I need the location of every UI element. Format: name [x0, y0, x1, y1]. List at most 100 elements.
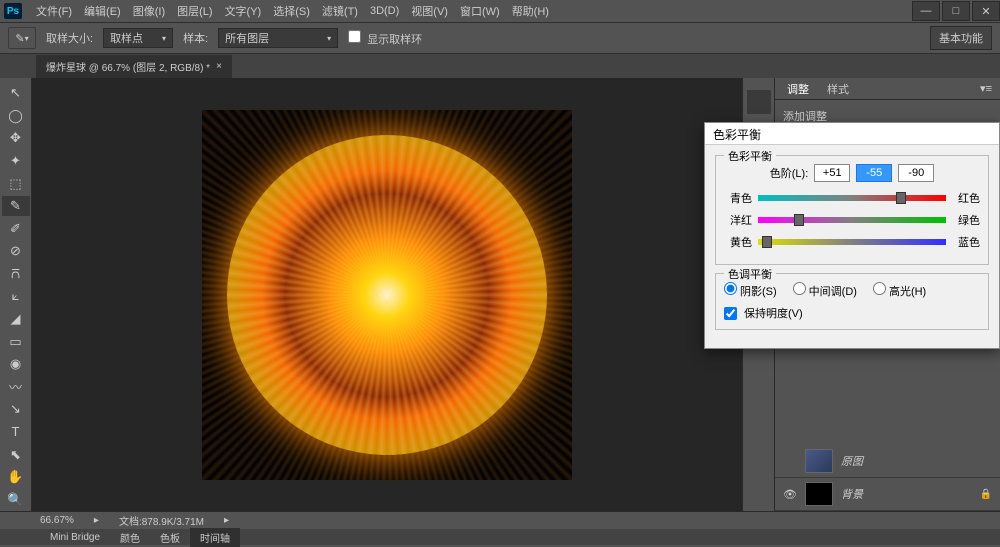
show-sampling-ring[interactable]: 显示取样环	[348, 30, 422, 47]
lock-icon: 🔒	[980, 489, 992, 500]
mini-bridge-tab[interactable]: Mini Bridge	[40, 530, 110, 545]
menu-select[interactable]: 选择(S)	[267, 0, 316, 22]
status-menu-icon[interactable]: ▸	[224, 515, 229, 526]
marquee-tool[interactable]: ◯	[2, 106, 30, 127]
levels-row: 色阶(L):	[724, 164, 980, 182]
sample-size-label: 取样大小:	[46, 30, 93, 46]
lasso-tool[interactable]: ✥	[2, 128, 30, 149]
menu-filter[interactable]: 滤镜(T)	[316, 0, 364, 22]
menu-bar: Ps 文件(F) 编辑(E) 图像(I) 图层(L) 文字(Y) 选择(S) 滤…	[0, 0, 1000, 22]
timeline-tab[interactable]: 时间轴	[190, 528, 240, 547]
visibility-icon[interactable]: 👁	[783, 488, 797, 501]
document-tab-title: 爆炸星球 @ 66.7% (图层 2, RGB/8) *	[46, 59, 210, 74]
sample-size-select[interactable]: 取样点▾	[103, 28, 173, 48]
layer-row[interactable]: 👁 背景 🔒	[775, 478, 1000, 511]
rectangle-tool[interactable]: ▭	[2, 331, 30, 352]
slider-left-label: 洋红	[724, 212, 752, 228]
level-cyan-red-input[interactable]	[814, 164, 850, 182]
zoom-level[interactable]: 66.67%	[40, 515, 74, 526]
levels-label: 色阶(L):	[770, 165, 809, 181]
history-brush-tool[interactable]: ⩃	[2, 264, 30, 285]
canvas-area[interactable]	[32, 78, 742, 511]
group-title: 色彩平衡	[724, 148, 776, 164]
gradient-tool[interactable]: ◢	[2, 309, 30, 330]
sample-label: 样本:	[183, 30, 208, 46]
eyedropper-tool[interactable]: ✎	[2, 196, 30, 217]
slider-left-label: 黄色	[724, 234, 752, 250]
slider-right-label: 蓝色	[952, 234, 980, 250]
adjustments-tab[interactable]: 调整	[783, 78, 813, 100]
menu-layer[interactable]: 图层(L)	[171, 0, 218, 22]
styles-tab[interactable]: 样式	[823, 78, 853, 100]
crop-tool[interactable]: ⬚	[2, 173, 30, 194]
close-button[interactable]: ✕	[972, 1, 1000, 21]
layer-row[interactable]: 原图	[775, 445, 1000, 478]
layer-name[interactable]: 背景	[841, 486, 863, 502]
group-title: 色调平衡	[724, 266, 776, 282]
doc-size-value: 878.9K/3.71M	[142, 517, 204, 528]
bottom-panel-tabs: Mini Bridge 颜色 色板 时间轴	[0, 529, 1000, 545]
close-tab-icon[interactable]: ×	[216, 61, 222, 72]
menu-edit[interactable]: 编辑(E)	[78, 0, 127, 22]
slider-left-label: 青色	[724, 190, 752, 206]
tone-radio-row: 阴影(S) 中间调(D) 高光(H)	[724, 282, 980, 299]
midtones-radio[interactable]: 中间调(D)	[793, 282, 857, 299]
slider-right-label: 绿色	[952, 212, 980, 228]
collapsed-panel-icon[interactable]	[747, 90, 771, 114]
current-tool-icon[interactable]: ✎▾	[8, 27, 36, 49]
panel-menu-icon[interactable]: ▾≡	[980, 82, 992, 95]
menu-3d[interactable]: 3D(D)	[364, 2, 405, 20]
slider-track[interactable]	[758, 217, 946, 223]
level-yellow-blue-input[interactable]	[898, 164, 934, 182]
blur-tool[interactable]: ◉	[2, 354, 30, 375]
slider-track[interactable]	[758, 195, 946, 201]
shadows-radio[interactable]: 阴影(S)	[724, 282, 777, 299]
path-tool[interactable]: ⬉	[2, 444, 30, 465]
move-tool[interactable]: ↖	[2, 83, 30, 104]
minimize-button[interactable]: —	[912, 1, 940, 21]
zoom-arrows[interactable]: ▸	[94, 515, 99, 526]
layer-name[interactable]: 原图	[841, 453, 863, 469]
zoom-tool[interactable]: 🔍	[2, 489, 30, 510]
slider-track[interactable]	[758, 239, 946, 245]
adjustments-panel-header: 调整 样式 ▾≡	[775, 78, 1000, 100]
magic-wand-tool[interactable]: ✦	[2, 151, 30, 172]
eraser-tool[interactable]: ⟀	[2, 286, 30, 307]
options-bar: ✎▾ 取样大小: 取样点▾ 样本: 所有图层▾ 显示取样环 基本功能	[0, 22, 1000, 54]
workspace-button[interactable]: 基本功能	[930, 26, 992, 50]
color-balance-group: 色彩平衡 色阶(L): 青色 红色 洋红 绿色 黄色 蓝色	[715, 155, 989, 265]
pen-tool[interactable]: ↘	[2, 399, 30, 420]
menu-window[interactable]: 窗口(W)	[454, 0, 506, 22]
dodge-tool[interactable]: 〰	[2, 377, 30, 398]
hand-tool[interactable]: ✋	[2, 467, 30, 488]
slider-magenta-green: 洋红 绿色	[724, 212, 980, 228]
maximize-button[interactable]: □	[942, 1, 970, 21]
document-tab[interactable]: 爆炸星球 @ 66.7% (图层 2, RGB/8) * ×	[36, 55, 232, 78]
menu-image[interactable]: 图像(I)	[127, 0, 171, 22]
color-tab[interactable]: 颜色	[110, 528, 150, 547]
slider-thumb[interactable]	[794, 214, 804, 226]
slider-thumb[interactable]	[762, 236, 772, 248]
menu-help[interactable]: 帮助(H)	[506, 0, 555, 22]
layers-panel: 原图 👁 背景 🔒	[775, 445, 1000, 511]
slider-cyan-red: 青色 红色	[724, 190, 980, 206]
dialog-title[interactable]: 色彩平衡	[705, 123, 999, 145]
menu-type[interactable]: 文字(Y)	[219, 0, 268, 22]
tone-balance-group: 色调平衡 阴影(S) 中间调(D) 高光(H) 保持明度(V)	[715, 273, 989, 330]
status-bar: 66.67% ▸ 文档:878.9K/3.71M ▸	[0, 511, 1000, 529]
level-magenta-green-input[interactable]	[856, 164, 892, 182]
layer-thumbnail[interactable]	[805, 449, 833, 473]
explosion-planet	[227, 135, 547, 455]
brush-tool[interactable]: ✐	[2, 218, 30, 239]
highlights-radio[interactable]: 高光(H)	[873, 282, 926, 299]
layer-thumbnail[interactable]	[805, 482, 833, 506]
menu-view[interactable]: 视图(V)	[405, 0, 454, 22]
menu-file[interactable]: 文件(F)	[30, 0, 78, 22]
stamp-tool[interactable]: ⊘	[2, 241, 30, 262]
sample-select[interactable]: 所有图层▾	[218, 28, 338, 48]
preserve-luminosity-checkbox[interactable]: 保持明度(V)	[724, 305, 980, 321]
app-logo: Ps	[4, 3, 22, 19]
type-tool[interactable]: T	[2, 422, 30, 443]
swatches-tab[interactable]: 色板	[150, 528, 190, 547]
slider-thumb[interactable]	[896, 192, 906, 204]
